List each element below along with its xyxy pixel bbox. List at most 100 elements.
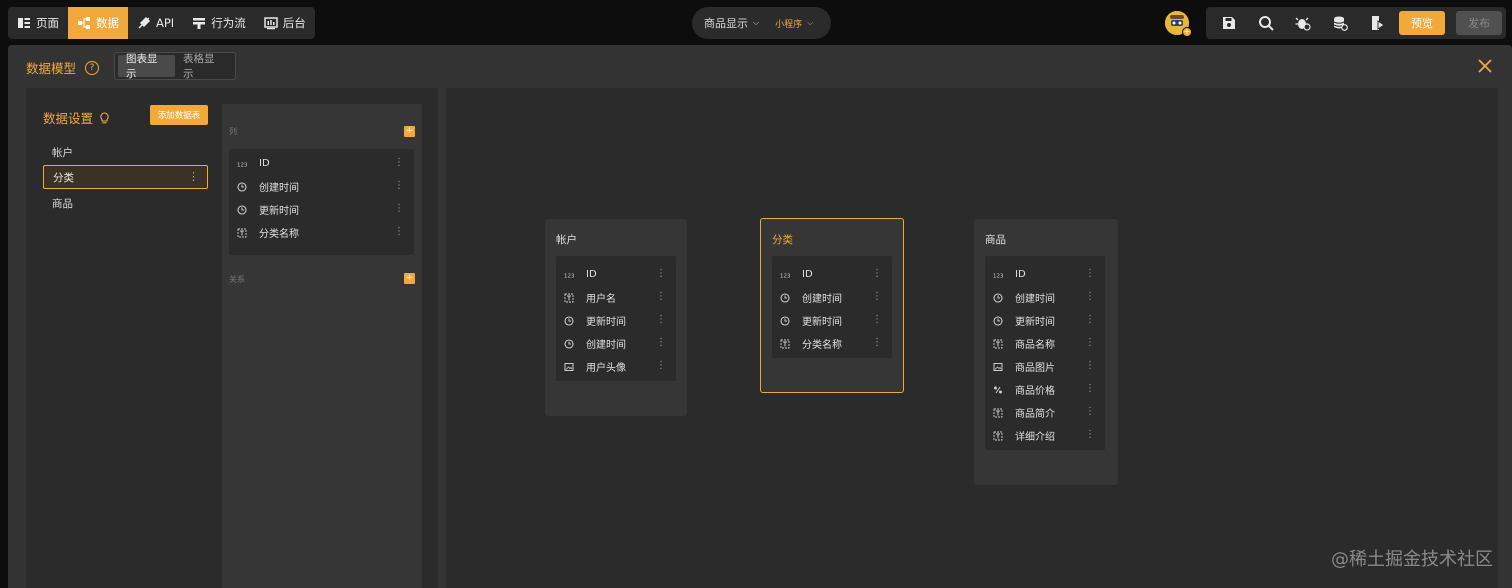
field-name: 创建时间: [1015, 294, 1055, 305]
run-button[interactable]: [1367, 13, 1387, 33]
field-row[interactable]: 分类名称 ⋮: [772, 332, 892, 355]
add-column-icon[interactable]: +: [404, 126, 415, 137]
svg-text:123: 123: [237, 162, 247, 168]
save-icon: [1223, 17, 1235, 29]
field-row[interactable]: 商品价格 ⋮: [985, 378, 1105, 401]
field-row[interactable]: 商品名称 ⋮: [985, 332, 1105, 355]
field-row[interactable]: 创建时间 ⋮: [985, 286, 1105, 309]
add-relation-icon[interactable]: +: [404, 273, 415, 284]
more-vertical-icon[interactable]: ⋮: [656, 314, 666, 325]
field-name: 分类名称: [259, 229, 299, 240]
more-vertical-icon[interactable]: ⋮: [1085, 314, 1095, 325]
number-type-icon: 123: [564, 270, 574, 280]
run-icon: [1372, 16, 1385, 30]
field-row[interactable]: 创建时间 ⋮: [556, 332, 676, 355]
more-vertical-icon[interactable]: ⋮: [394, 203, 404, 214]
field-row[interactable]: 详细介绍 ⋮: [985, 424, 1105, 447]
field-row[interactable]: 123 ID ⋮: [985, 263, 1105, 286]
database-button[interactable]: [1330, 13, 1350, 33]
more-vertical-icon[interactable]: ⋮: [188, 170, 199, 183]
nav-page[interactable]: 页面: [8, 7, 68, 39]
field-row[interactable]: 更新时间 ⋮: [772, 309, 892, 332]
table-card-account[interactable]: 帐户 123 ID ⋮ 用户名 ⋮ 更新时间 ⋮ 创建时间 ⋮ 用户头像 ⋮: [545, 219, 687, 416]
debug-button[interactable]: [1293, 13, 1313, 33]
field-row[interactable]: 更新时间 ⋮: [556, 309, 676, 332]
help-icon[interactable]: ?: [85, 60, 100, 75]
field-row[interactable]: 123 ID ⋮: [229, 152, 414, 175]
field-row[interactable]: 更新时间 ⋮: [985, 309, 1105, 332]
image-icon: [993, 362, 1003, 372]
view-table-option[interactable]: 表格显示: [175, 53, 232, 80]
field-row[interactable]: 用户名 ⋮: [556, 286, 676, 309]
more-vertical-icon[interactable]: ⋮: [1085, 383, 1095, 394]
field-row[interactable]: 用户头像 ⋮: [556, 355, 676, 378]
clock-icon: [993, 292, 1003, 303]
number-type-icon: 123: [237, 159, 247, 169]
preview-button[interactable]: 预览: [1399, 11, 1445, 35]
api-plug-icon: [138, 16, 151, 29]
publish-button[interactable]: 发布: [1456, 11, 1502, 35]
field-row[interactable]: 123 ID ⋮: [556, 263, 676, 286]
text-type-icon: [993, 431, 1003, 441]
more-vertical-icon[interactable]: ⋮: [1085, 406, 1095, 417]
page-icon: [18, 18, 30, 28]
nav-flow[interactable]: 行为流: [183, 7, 255, 39]
card-field-list: 123 ID ⋮ 创建时间 ⋮ 更新时间 ⋮ 商品名称 ⋮ 商品图片 ⋮ 商品价…: [985, 256, 1105, 450]
nav-api[interactable]: API: [128, 7, 183, 39]
nav-data[interactable]: 数据: [68, 7, 128, 39]
avatar[interactable]: +: [1165, 11, 1192, 37]
number-type-icon: 123: [993, 270, 1003, 280]
field-row[interactable]: 更新时间 ⋮: [229, 198, 414, 221]
page-select[interactable]: 商品显示 ⌵: [704, 15, 759, 31]
more-vertical-icon[interactable]: ⋮: [1085, 360, 1095, 371]
add-table-button[interactable]: 添加数据表: [150, 105, 208, 125]
table-item-label: 商品: [52, 197, 73, 210]
chevron-down-icon: ⌵: [753, 18, 760, 27]
field-row[interactable]: 商品图片 ⋮: [985, 355, 1105, 378]
more-vertical-icon[interactable]: ⋮: [1085, 291, 1095, 302]
card-field-list: 123 ID ⋮ 用户名 ⋮ 更新时间 ⋮ 创建时间 ⋮ 用户头像 ⋮: [556, 256, 676, 381]
more-vertical-icon[interactable]: ⋮: [1085, 337, 1095, 348]
field-row[interactable]: 创建时间 ⋮: [229, 175, 414, 198]
nav-admin-label: 后台: [282, 16, 306, 30]
more-vertical-icon[interactable]: ⋮: [1085, 429, 1095, 440]
table-item-product[interactable]: 商品: [43, 191, 208, 215]
field-row[interactable]: 创建时间 ⋮: [772, 286, 892, 309]
data-model-panel: 数据模型 ? 图表显示 表格显示 数据设置 添加数据表 帐户 分类 ⋮ 商品 列…: [8, 45, 1512, 588]
search-button[interactable]: [1256, 13, 1276, 33]
more-vertical-icon[interactable]: ⋮: [872, 337, 882, 348]
more-vertical-icon[interactable]: ⋮: [656, 291, 666, 302]
more-vertical-icon[interactable]: ⋮: [394, 180, 404, 191]
field-name: 商品图片: [1015, 363, 1055, 374]
more-vertical-icon[interactable]: ⋮: [872, 268, 882, 279]
more-vertical-icon[interactable]: ⋮: [872, 314, 882, 325]
more-vertical-icon[interactable]: ⋮: [394, 226, 404, 237]
more-vertical-icon[interactable]: ⋮: [656, 268, 666, 279]
platform-select[interactable]: 小程序 ⌵: [775, 17, 813, 30]
more-vertical-icon[interactable]: ⋮: [394, 157, 404, 168]
field-row[interactable]: 商品简介 ⋮: [985, 401, 1105, 424]
field-row[interactable]: 分类名称 ⋮: [229, 221, 414, 244]
table-item-category[interactable]: 分类 ⋮: [43, 165, 208, 189]
nav-admin[interactable]: 后台: [255, 7, 315, 39]
table-card-product[interactable]: 商品 123 ID ⋮ 创建时间 ⋮ 更新时间 ⋮ 商品名称 ⋮ 商品图片 ⋮ …: [974, 219, 1118, 485]
table-card-category[interactable]: 分类 123 ID ⋮ 创建时间 ⋮ 更新时间 ⋮ 分类名称 ⋮: [760, 218, 904, 393]
clock-icon: [780, 292, 790, 303]
close-icon[interactable]: [1476, 57, 1494, 75]
table-item-account[interactable]: 帐户: [43, 140, 208, 164]
field-name: 更新时间: [1015, 317, 1055, 328]
svg-text:123: 123: [993, 273, 1003, 279]
field-row[interactable]: 123 ID ⋮: [772, 263, 892, 286]
column-list: 123 ID ⋮ 创建时间 ⋮ 更新时间 ⋮ 分类名称 ⋮: [229, 149, 414, 255]
more-vertical-icon[interactable]: ⋮: [656, 360, 666, 371]
view-chart-option[interactable]: 图表显示: [118, 53, 175, 80]
more-vertical-icon[interactable]: ⋮: [872, 291, 882, 302]
page-platform-selector: 商品显示 ⌵ 小程序 ⌵: [692, 7, 831, 39]
field-name: 创建时间: [586, 340, 626, 351]
diagram-canvas[interactable]: 帐户 123 ID ⋮ 用户名 ⋮ 更新时间 ⋮ 创建时间 ⋮ 用户头像 ⋮ 分…: [446, 88, 1498, 588]
more-vertical-icon[interactable]: ⋮: [656, 337, 666, 348]
more-vertical-icon[interactable]: ⋮: [1085, 268, 1095, 279]
platform-select-value: 小程序: [775, 19, 803, 30]
save-button[interactable]: [1219, 13, 1239, 33]
card-field-list: 123 ID ⋮ 创建时间 ⋮ 更新时间 ⋮ 分类名称 ⋮: [772, 256, 892, 358]
